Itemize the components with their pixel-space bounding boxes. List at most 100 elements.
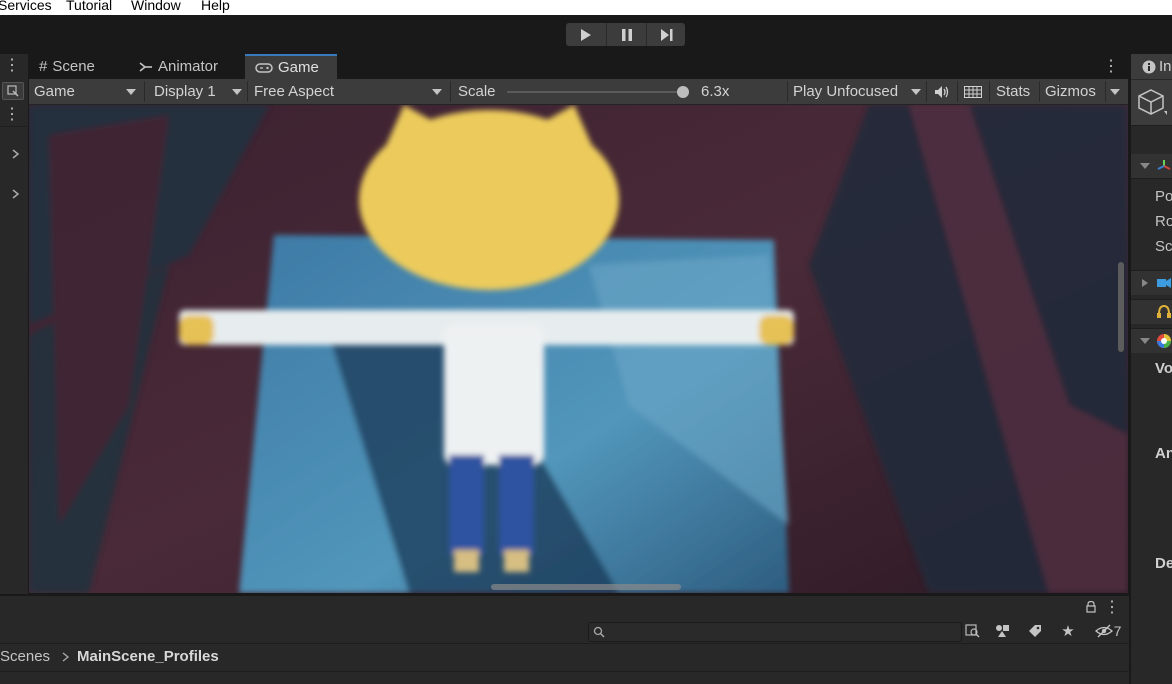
eye-slash-icon bbox=[1094, 624, 1113, 638]
post-process-component-header[interactable] bbox=[1131, 328, 1172, 353]
gameobject-cube-icon bbox=[1138, 89, 1167, 115]
tab-animator[interactable]: Animator bbox=[129, 54, 245, 79]
lock-icon[interactable] bbox=[1084, 599, 1098, 615]
step-icon bbox=[660, 28, 672, 41]
hidden-packages-button[interactable]: 7 bbox=[1090, 622, 1126, 640]
gizmos-button[interactable]: Gizmos bbox=[1045, 79, 1096, 104]
menu-bar: Services Tutorial Window Help bbox=[0, 0, 1172, 15]
info-icon bbox=[1142, 60, 1156, 74]
search-scene-icon[interactable] bbox=[2, 82, 24, 100]
play-icon bbox=[580, 28, 591, 41]
pause-icon bbox=[621, 28, 632, 41]
animator-icon bbox=[139, 61, 152, 72]
hierarchy-panel-collapsed: ⋮ ⋮ bbox=[0, 54, 29, 594]
keyboard-icon bbox=[964, 85, 982, 98]
menu-window[interactable]: Window bbox=[131, 0, 181, 13]
expand-arrow-icon-2[interactable] bbox=[8, 186, 24, 202]
game-view-render[interactable] bbox=[29, 105, 1128, 593]
gamepad-icon bbox=[255, 62, 273, 73]
favorites-star-icon[interactable]: ★ bbox=[1057, 622, 1079, 640]
display-dropdown[interactable]: Display 1 bbox=[154, 79, 244, 104]
vertical-scrollbar[interactable] bbox=[1118, 262, 1124, 352]
anti-aliasing-label: An bbox=[1155, 445, 1172, 462]
expand-arrow-icon[interactable] bbox=[8, 146, 24, 162]
breadcrumb-current-folder[interactable]: MainScene_Profiles bbox=[77, 648, 219, 665]
speaker-icon bbox=[935, 85, 949, 98]
project-search-input[interactable] bbox=[588, 622, 962, 642]
play-button[interactable] bbox=[566, 23, 605, 46]
shortcuts-button[interactable] bbox=[962, 79, 984, 104]
more-options-icon-2[interactable]: ⋮ bbox=[0, 105, 24, 123]
chevron-down-icon bbox=[1140, 163, 1150, 169]
tag-icon bbox=[1029, 625, 1041, 637]
shapes-icon bbox=[996, 625, 1009, 637]
tab-menu-icon[interactable]: ⋮ bbox=[1101, 57, 1121, 75]
chevron-down-icon bbox=[432, 89, 442, 95]
chevron-down-icon bbox=[1140, 338, 1150, 344]
stats-button[interactable]: Stats bbox=[996, 79, 1030, 104]
chevron-down-icon bbox=[911, 89, 921, 95]
debug-label: De bbox=[1155, 555, 1172, 572]
tab-game[interactable]: Game bbox=[245, 54, 337, 79]
project-toolbar: ★ 7 bbox=[0, 620, 1129, 642]
grid-icon: # bbox=[39, 58, 48, 75]
aspect-dropdown-label: Free Aspect bbox=[254, 83, 335, 100]
chevron-down-icon bbox=[126, 89, 136, 95]
scale-slider[interactable] bbox=[507, 86, 690, 98]
main-toolbar bbox=[0, 15, 1172, 54]
game-render-image bbox=[29, 105, 1128, 593]
color-wheel-icon bbox=[1157, 334, 1171, 348]
project-panel: ⋮ ★ 7 Scenes MainScene_Profiles bbox=[0, 596, 1129, 684]
inspector-tab-label: In bbox=[1159, 58, 1172, 75]
tab-scene-label: Scene bbox=[52, 58, 95, 75]
headphones-icon bbox=[1157, 305, 1171, 318]
transform-icon bbox=[1157, 160, 1171, 170]
tab-game-label: Game bbox=[278, 59, 319, 76]
filter-by-type-button[interactable] bbox=[992, 622, 1014, 640]
breadcrumb: Scenes MainScene_Profiles bbox=[0, 643, 1129, 672]
play-mode-dropdown-label: Play Unfocused bbox=[793, 83, 899, 100]
rotation-label: Ro bbox=[1155, 213, 1172, 230]
more-options-icon[interactable]: ⋮ bbox=[0, 56, 24, 74]
menu-tutorial[interactable]: Tutorial bbox=[66, 0, 112, 13]
camera-icon bbox=[1157, 278, 1171, 288]
play-controls bbox=[566, 23, 685, 46]
horizontal-scrollbar[interactable] bbox=[491, 584, 681, 590]
tab-animator-label: Animator bbox=[158, 58, 219, 75]
inspector-tab[interactable]: In bbox=[1131, 54, 1172, 79]
play-mode-dropdown[interactable]: Play Unfocused bbox=[793, 79, 923, 104]
collapsed-arrow-icon bbox=[1142, 279, 1148, 287]
breadcrumb-scenes[interactable]: Scenes bbox=[0, 648, 50, 665]
search-by-type-button[interactable] bbox=[962, 622, 984, 640]
transform-component-header[interactable] bbox=[1131, 154, 1172, 179]
gizmos-dropdown[interactable] bbox=[1110, 79, 1124, 104]
step-button[interactable] bbox=[646, 23, 686, 46]
menu-services[interactable]: Services bbox=[0, 0, 52, 13]
panel-menu-icon[interactable]: ⋮ bbox=[1104, 598, 1120, 616]
audio-listener-header[interactable] bbox=[1131, 299, 1172, 324]
editor-tab-bar: # Scene Animator Game ⋮ bbox=[29, 54, 1128, 79]
hidden-count: 7 bbox=[1113, 623, 1122, 639]
inspector-panel: In Po Ro Sc Vo An De bbox=[1130, 54, 1172, 684]
game-view-toolbar: Game Display 1 Free Aspect Scale 6.3x Pl… bbox=[29, 79, 1128, 105]
scale-row-label: Sc bbox=[1155, 238, 1172, 255]
search-scene-icon bbox=[965, 624, 980, 638]
menu-help[interactable]: Help bbox=[201, 0, 230, 13]
mute-audio-button[interactable] bbox=[931, 79, 953, 104]
game-view-dropdown-label: Game bbox=[34, 83, 75, 100]
object-header bbox=[1131, 80, 1172, 126]
chevron-right-icon bbox=[62, 652, 70, 662]
tab-scene[interactable]: # Scene bbox=[29, 54, 129, 79]
filter-by-label-button[interactable] bbox=[1024, 622, 1046, 640]
game-view-dropdown[interactable]: Game bbox=[34, 79, 138, 104]
pause-button[interactable] bbox=[606, 23, 646, 46]
chevron-down-icon bbox=[1110, 88, 1120, 95]
chevron-down-icon bbox=[232, 89, 242, 95]
camera-component-header[interactable] bbox=[1131, 270, 1172, 295]
volume-label: Vo bbox=[1155, 360, 1172, 377]
scale-slider-thumb[interactable] bbox=[677, 86, 690, 98]
scale-label: Scale bbox=[458, 83, 496, 100]
position-label: Po bbox=[1155, 188, 1172, 205]
display-dropdown-label: Display 1 bbox=[154, 83, 216, 100]
aspect-dropdown[interactable]: Free Aspect bbox=[254, 79, 444, 104]
